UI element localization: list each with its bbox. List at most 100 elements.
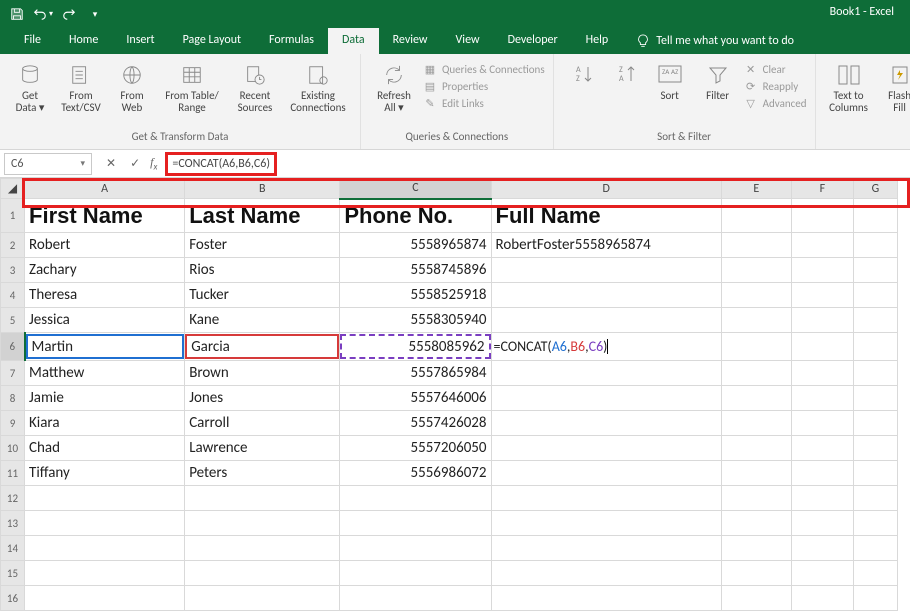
- cell[interactable]: Robert🖱: [25, 233, 185, 258]
- name-box[interactable]: C6 ▾: [4, 153, 92, 175]
- cell[interactable]: Jamie: [25, 386, 185, 411]
- cell[interactable]: Last Name: [185, 199, 340, 233]
- cell[interactable]: [491, 586, 721, 611]
- cell[interactable]: Zachary: [25, 258, 185, 283]
- cell[interactable]: [340, 586, 491, 611]
- col-header-a[interactable]: A: [25, 179, 185, 199]
- cell[interactable]: [791, 536, 853, 561]
- cell[interactable]: [491, 283, 721, 308]
- col-header-e[interactable]: E: [721, 179, 791, 199]
- undo-icon[interactable]: ▾: [32, 3, 54, 25]
- tab-formulas[interactable]: Formulas: [255, 28, 328, 54]
- cell[interactable]: [721, 386, 791, 411]
- tab-view[interactable]: View: [442, 28, 494, 54]
- refresh-all-button[interactable]: Refresh All ▾: [369, 58, 419, 114]
- cell[interactable]: 5557646006: [340, 386, 491, 411]
- cell[interactable]: [185, 486, 340, 511]
- from-web-button[interactable]: From Web: [110, 58, 154, 114]
- cell[interactable]: [791, 308, 853, 333]
- cell[interactable]: Kane: [185, 308, 340, 333]
- cell[interactable]: 5558525918: [340, 283, 491, 308]
- cell[interactable]: [721, 258, 791, 283]
- formula-bar[interactable]: =CONCAT(A6,B6,C6): [172, 157, 270, 171]
- cell[interactable]: [721, 308, 791, 333]
- cell[interactable]: [853, 436, 897, 461]
- tab-file[interactable]: File: [10, 28, 55, 54]
- cell[interactable]: [491, 308, 721, 333]
- cell[interactable]: [853, 511, 897, 536]
- cell[interactable]: [25, 561, 185, 586]
- cell[interactable]: [340, 511, 491, 536]
- cell[interactable]: [340, 536, 491, 561]
- cancel-formula-icon[interactable]: ✕: [106, 156, 116, 171]
- cell[interactable]: [491, 258, 721, 283]
- cell[interactable]: [853, 411, 897, 436]
- cell[interactable]: [853, 536, 897, 561]
- cell[interactable]: Theresa: [25, 283, 185, 308]
- row-header[interactable]: 1: [1, 199, 25, 233]
- cell[interactable]: Lawrence: [185, 436, 340, 461]
- edit-links-item[interactable]: ✎Edit Links: [423, 96, 545, 110]
- from-csv-button[interactable]: From Text/CSV: [56, 58, 106, 114]
- cell[interactable]: [791, 586, 853, 611]
- cell-d6[interactable]: =CONCAT(A6,B6,C6): [491, 333, 721, 361]
- row-header[interactable]: 6: [1, 333, 25, 361]
- cell[interactable]: [791, 199, 853, 233]
- cell[interactable]: [185, 511, 340, 536]
- redo-icon[interactable]: [58, 3, 80, 25]
- from-table-button[interactable]: From Table/ Range: [158, 58, 226, 114]
- cell[interactable]: [791, 361, 853, 386]
- cell[interactable]: [25, 511, 185, 536]
- cell[interactable]: [791, 436, 853, 461]
- cell[interactable]: First Name: [25, 199, 185, 233]
- cell[interactable]: [853, 233, 897, 258]
- cell[interactable]: [853, 199, 897, 233]
- flash-fill-button[interactable]: Flash Fill: [878, 58, 910, 114]
- cell[interactable]: [721, 561, 791, 586]
- cell[interactable]: [853, 283, 897, 308]
- cell-b6[interactable]: Garcia: [185, 333, 340, 361]
- row-header[interactable]: 3: [1, 258, 25, 283]
- cell[interactable]: [721, 361, 791, 386]
- cell[interactable]: [25, 536, 185, 561]
- cell[interactable]: Chad: [25, 436, 185, 461]
- cell-c6[interactable]: 5558085962: [340, 333, 491, 361]
- cell[interactable]: [491, 561, 721, 586]
- cell[interactable]: [853, 258, 897, 283]
- cell[interactable]: [791, 511, 853, 536]
- cell[interactable]: Matthew: [25, 361, 185, 386]
- cell[interactable]: [721, 199, 791, 233]
- existing-connections-button[interactable]: Existing Connections: [284, 58, 352, 114]
- spreadsheet-grid[interactable]: ◢ A B C D E F G 1 First Name Last Name P…: [0, 178, 910, 611]
- row-header[interactable]: 4: [1, 283, 25, 308]
- cell[interactable]: [721, 333, 791, 361]
- cell[interactable]: Tiffany: [25, 461, 185, 486]
- col-header-d[interactable]: D: [491, 179, 721, 199]
- fx-icon[interactable]: fx: [150, 155, 165, 172]
- queries-connections-item[interactable]: ▦Queries & Connections: [423, 62, 545, 76]
- row-header[interactable]: 8: [1, 386, 25, 411]
- cell[interactable]: [185, 586, 340, 611]
- cell[interactable]: Kiara: [25, 411, 185, 436]
- cell[interactable]: [853, 561, 897, 586]
- col-header-g[interactable]: G: [853, 179, 897, 199]
- cell[interactable]: [791, 561, 853, 586]
- text-to-columns-button[interactable]: Text to Columns: [824, 58, 874, 114]
- filter-button[interactable]: Filter: [696, 58, 740, 102]
- cell[interactable]: Jessica: [25, 308, 185, 333]
- cell[interactable]: Tucker: [185, 283, 340, 308]
- tab-page-layout[interactable]: Page Layout: [169, 28, 255, 54]
- cell[interactable]: [853, 586, 897, 611]
- tab-review[interactable]: Review: [379, 28, 442, 54]
- cell[interactable]: 5558965874: [340, 233, 491, 258]
- col-header-b[interactable]: B: [185, 179, 340, 199]
- cell[interactable]: [491, 386, 721, 411]
- row-header[interactable]: 9: [1, 411, 25, 436]
- cell[interactable]: [791, 333, 853, 361]
- row-header[interactable]: 13: [1, 511, 25, 536]
- cell[interactable]: [791, 258, 853, 283]
- row-header[interactable]: 16: [1, 586, 25, 611]
- save-icon[interactable]: [6, 3, 28, 25]
- cell[interactable]: [853, 461, 897, 486]
- cell[interactable]: Full Name: [491, 199, 721, 233]
